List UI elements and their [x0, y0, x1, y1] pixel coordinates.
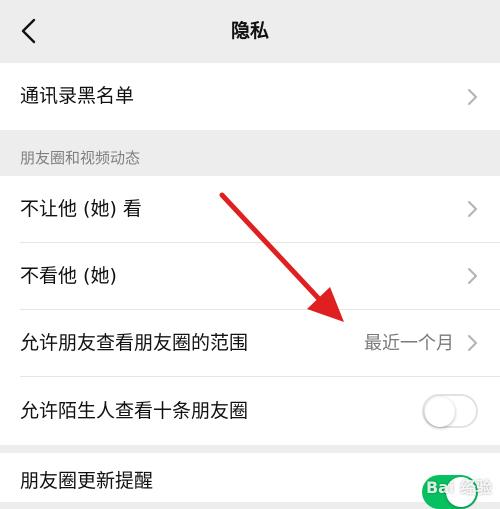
- page-title: 隐私: [230, 20, 269, 42]
- chevron-right-icon: [468, 201, 477, 217]
- moments-visible-range-value: 最近一个月: [364, 333, 454, 354]
- blacklist-cell[interactable]: 通讯录黑名单: [0, 63, 500, 130]
- moments-update-reminder-label: 朋友圈更新提醒: [20, 470, 154, 492]
- hide-their-moments-cell[interactable]: 不看他 (她): [0, 243, 500, 310]
- chevron-right-icon: [468, 335, 477, 351]
- blacklist-label: 通讯录黑名单: [20, 85, 135, 107]
- toggle-knob: [425, 397, 455, 427]
- moments-visible-range-cell[interactable]: 允许朋友查看朋友圈的范围 最近一个月: [0, 310, 500, 377]
- chevron-right-icon: [468, 268, 477, 284]
- watermark: Bai 经验: [425, 478, 492, 497]
- nav-bar: 隐私: [0, 0, 500, 63]
- hide-their-moments-label: 不看他 (她): [20, 265, 117, 287]
- section-header-moments: 朋友圈和视频动态: [20, 149, 141, 167]
- hide-my-moments-label: 不让他 (她) 看: [20, 198, 142, 220]
- chevron-right-icon: [468, 89, 477, 105]
- moments-visible-range-label: 允许朋友查看朋友圈的范围: [20, 332, 249, 354]
- stranger-view-label: 允许陌生人查看十条朋友圈: [20, 400, 249, 422]
- stranger-view-cell: 允许陌生人查看十条朋友圈: [0, 377, 500, 445]
- stranger-view-toggle[interactable]: [422, 394, 478, 428]
- hide-my-moments-cell[interactable]: 不让他 (她) 看: [0, 176, 500, 243]
